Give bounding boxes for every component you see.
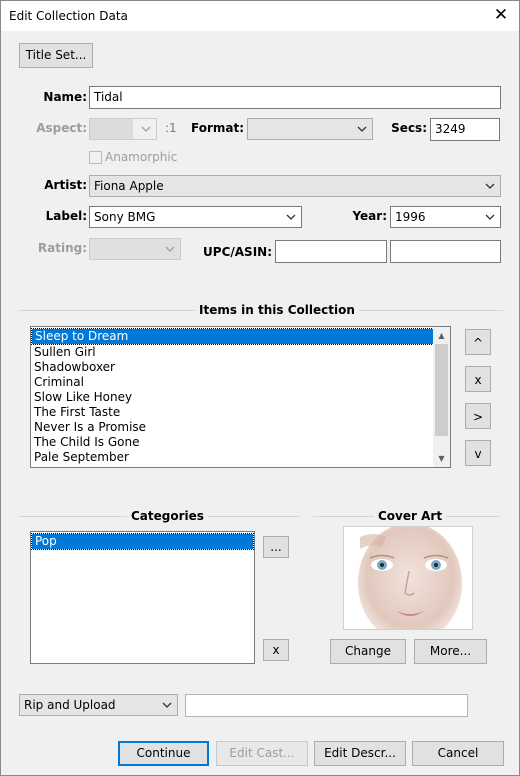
aspect-label: Aspect: [36,121,87,135]
categories-more-button[interactable]: ... [263,536,289,558]
upc-asin-label: UPC/ASIN: [203,245,272,259]
chevron-down-icon [285,211,297,223]
list-item[interactable]: Sullen Girl [31,345,450,360]
items-listbox[interactable]: Sleep to Dream Sullen Girl Shadowboxer Crim… [30,326,451,468]
aspect-select-value [90,119,134,139]
action-text-field[interactable] [185,694,468,717]
list-item[interactable]: Slow Like Honey [31,390,450,405]
categories-heading: Categories [127,509,208,523]
chevron-down-icon [484,180,496,192]
action-select-value: Rip and Upload [24,698,116,712]
scrollbar-thumb[interactable] [435,344,448,436]
year-select[interactable]: 1996 [390,206,501,228]
category-item[interactable]: Pop [31,533,254,550]
items-list: Sleep to Dream Sullen Girl Shadowboxer Crim… [31,327,450,465]
scroll-up-icon[interactable]: ▲ [433,327,450,344]
record-label-select[interactable]: Sony BMG [89,206,302,228]
name-label: Name: [43,90,87,104]
move-up-button[interactable]: ^ [465,329,491,355]
list-item[interactable]: Shadowboxer [31,360,450,375]
categories-listbox[interactable]: Pop [30,531,255,664]
artist-select[interactable]: Fiona Apple [89,175,501,197]
chevron-down-icon [484,211,496,223]
secs-field[interactable]: 3249 [430,118,500,141]
edit-collection-dialog: Edit Collection Data ✕ Title Set... Name… [0,0,520,776]
chevron-down-icon [161,699,173,711]
chevron-down-icon [356,123,368,135]
more-cover-button[interactable]: More... [414,639,487,664]
aspect-suffix: :1 [165,121,177,135]
edit-description-button[interactable]: Edit Descr... [314,741,406,766]
move-right-button[interactable]: > [465,403,491,429]
list-item[interactable]: Never Is a Promise [31,420,450,435]
continue-button[interactable]: Continue [118,741,209,766]
aspect-select [89,118,157,140]
name-field[interactable]: Tidal [89,86,501,109]
title-set-button[interactable]: Title Set... [19,43,93,68]
scroll-down-icon[interactable]: ▼ [433,450,450,467]
anamorphic-checkbox [89,151,102,164]
artist-value: Fiona Apple [94,179,164,193]
close-icon[interactable]: ✕ [491,5,511,25]
window-title: Edit Collection Data [9,9,128,23]
list-item[interactable]: Sleep to Dream [31,328,450,345]
list-item[interactable]: Criminal [31,375,450,390]
categories-remove-button[interactable]: x [263,639,289,661]
record-label-label: Label: [45,209,87,223]
artist-label: Artist: [44,178,87,192]
chevron-down-icon [140,123,152,135]
cover-art-heading: Cover Art [374,509,447,523]
cover-art-image [343,526,473,630]
title-bar: Edit Collection Data ✕ [1,1,519,31]
edit-cast-button: Edit Cast... [216,741,308,766]
list-item[interactable]: The Child Is Gone [31,435,450,450]
format-select[interactable] [247,118,373,140]
list-item[interactable]: Pale September [31,450,450,465]
anamorphic-label: Anamorphic [105,150,178,164]
year-value: 1996 [395,210,426,224]
remove-item-button[interactable]: x [465,366,491,392]
rating-label: Rating: [37,241,87,255]
format-label: Format: [191,121,245,135]
cancel-button[interactable]: Cancel [412,741,504,766]
upc-field[interactable] [275,240,387,263]
categories-list: Pop [31,532,254,550]
secs-label: Secs: [391,121,427,135]
rating-select [89,238,181,260]
year-label: Year: [352,209,387,223]
chevron-down-icon [164,243,176,255]
asin-field[interactable] [390,240,501,263]
action-select[interactable]: Rip and Upload [19,694,178,716]
items-heading: Items in this Collection [195,303,359,317]
move-down-button[interactable]: v [465,440,491,466]
items-scrollbar[interactable]: ▲ ▼ [433,327,450,467]
list-item[interactable]: The First Taste [31,405,450,420]
record-label-value: Sony BMG [94,210,156,224]
change-cover-button[interactable]: Change [330,639,406,664]
